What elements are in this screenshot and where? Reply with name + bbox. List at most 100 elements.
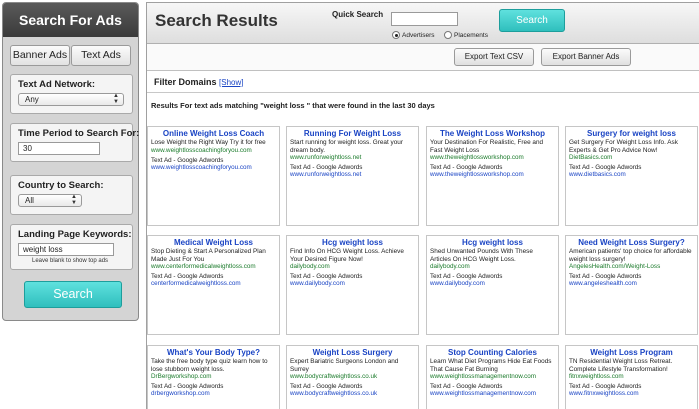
country-select-value: All: [25, 196, 34, 205]
time-period-label: Time Period to Search For:: [18, 128, 140, 139]
ad-description: TN Residential Weight Loss Retreat. Comp…: [569, 358, 673, 373]
ad-link[interactable]: www.dietbasics.com: [569, 171, 694, 178]
ad-card[interactable]: Hcg weight loss Shed Unwanted Pounds With…: [426, 235, 559, 335]
sidebar-title: Search For Ads: [3, 3, 138, 37]
ad-card[interactable]: What's Your Body Type? Take the free body…: [147, 345, 280, 409]
ad-display-url: www.centerformedicalweightloss.com: [151, 263, 256, 271]
ad-card[interactable]: Medical Weight Loss Stop Dieting & Start …: [147, 235, 280, 335]
ad-display-url: DrBergworkshop.com: [151, 373, 212, 381]
ad-link[interactable]: www.angeleshealth.com: [569, 280, 694, 287]
ad-title[interactable]: Need Weight Loss Surgery?: [569, 238, 694, 247]
ad-link[interactable]: www.runforweightloss.net: [290, 171, 415, 178]
ad-description: Stop Dieting & Start A Personalized Plan…: [151, 248, 266, 263]
ad-card[interactable]: Surgery for weight loss Get Surgery For W…: [565, 126, 698, 226]
ad-display-url: www.runforweightloss.net: [290, 154, 362, 162]
advertisers-radio-label: Advertisers: [402, 31, 435, 39]
sidebar-search-button[interactable]: Search: [24, 281, 122, 308]
ad-card[interactable]: The Weight Loss Workshop Your Destination…: [426, 126, 559, 226]
ad-network: Text Ad - Google Adwords: [430, 383, 503, 391]
ad-network: Text Ad - Google Adwords: [151, 383, 224, 391]
quick-search-label: Quick Search: [332, 10, 384, 19]
ad-network: Text Ad - Google Adwords: [430, 164, 503, 172]
ad-description: Get Surgery For Weight Loss Info. Ask Ex…: [569, 139, 678, 154]
country-panel: Country to Search: All ▲ ▼: [10, 175, 133, 215]
ad-link[interactable]: drbergworkshop.com: [151, 390, 276, 397]
select-arrows-icon: ▲ ▼: [113, 93, 119, 105]
app-root: Search For Ads Banner Ads Text Ads Text …: [0, 0, 699, 409]
ad-description: Shed Unwanted Pounds With These Articles…: [430, 248, 533, 263]
ad-description: Take the free body type quiz learn how t…: [151, 358, 268, 373]
ad-card[interactable]: Need Weight Loss Surgery? American patien…: [565, 235, 698, 335]
keywords-input[interactable]: weight loss: [18, 243, 114, 256]
time-period-input[interactable]: 30: [18, 142, 100, 155]
ad-title[interactable]: Surgery for weight loss: [569, 129, 694, 138]
ad-link[interactable]: www.weightlosscoachingforyou.com: [151, 164, 276, 171]
ad-network: Text Ad - Google Adwords: [290, 273, 363, 281]
ad-title[interactable]: Online Weight Loss Coach: [151, 129, 276, 138]
ad-title[interactable]: Medical Weight Loss: [151, 238, 276, 247]
keywords-hint: Leave blank to show top ads: [32, 258, 109, 264]
ad-display-url: dailybody.com: [430, 263, 470, 271]
ad-title[interactable]: The Weight Loss Workshop: [430, 129, 555, 138]
ad-card[interactable]: Hcg weight loss Find Info On HCG Weight L…: [286, 235, 419, 335]
quick-search-input[interactable]: [391, 12, 458, 26]
time-period-panel: Time Period to Search For: 30: [10, 123, 140, 162]
ad-card[interactable]: Running For Weight Loss Start running for…: [286, 126, 419, 226]
network-select[interactable]: Any ▲ ▼: [18, 93, 124, 106]
country-label: Country to Search:: [18, 180, 104, 191]
ad-display-url: DietBasics.com: [569, 154, 613, 162]
text-ads-button[interactable]: Text Ads: [71, 45, 131, 66]
ad-description: Learn What Diet Programs Hide Eat Foods …: [430, 358, 552, 373]
ad-title[interactable]: Hcg weight loss: [430, 238, 555, 247]
ad-card[interactable]: Online Weight Loss Coach Lose Weight the …: [147, 126, 280, 226]
filter-domains: Filter Domains [Show]: [154, 77, 244, 87]
ad-card[interactable]: Stop Counting Calories Learn What Diet Pr…: [426, 345, 559, 409]
ad-title[interactable]: What's Your Body Type?: [151, 348, 276, 357]
ad-title[interactable]: Stop Counting Calories: [430, 348, 555, 357]
ad-card[interactable]: Weight Loss Surgery Expert Bariatric Surg…: [286, 345, 419, 409]
ad-description: Lose Weight the Right Way Try it for fre…: [151, 139, 266, 146]
ad-description: American patients' top choice for afford…: [569, 248, 692, 263]
advertisers-radio[interactable]: Advertisers: [392, 31, 435, 39]
ad-link[interactable]: www.dailybody.com: [290, 280, 415, 287]
ad-description: Find Info On HCG Weight Loss. Achieve Yo…: [290, 248, 404, 263]
banner-ads-button[interactable]: Banner Ads: [10, 45, 70, 66]
ad-title[interactable]: Weight Loss Surgery: [290, 348, 415, 357]
placements-radio[interactable]: Placements: [444, 31, 488, 39]
ad-link[interactable]: www.weightlossmanagementnow.com: [430, 390, 555, 397]
ad-link[interactable]: www.bodycraftweightloss.co.uk: [290, 390, 415, 397]
ad-link[interactable]: www.fitnxweightloss.com: [569, 390, 694, 397]
ad-display-url: www.weightlosscoachingforyou.com: [151, 146, 252, 154]
ad-link[interactable]: www.dailybody.com: [430, 280, 555, 287]
export-text-csv-button[interactable]: Export Text CSV: [454, 48, 534, 66]
ad-title[interactable]: Running For Weight Loss: [290, 129, 415, 138]
show-domains-link[interactable]: [Show]: [219, 78, 243, 87]
radio-unselected-icon: [444, 31, 452, 39]
select-arrows-icon: ▲ ▼: [71, 194, 77, 206]
ad-network: Text Ad - Google Adwords: [430, 273, 503, 281]
ad-title[interactable]: Weight Loss Program: [569, 348, 694, 357]
network-panel: Text Ad Network: Any ▲ ▼: [10, 74, 133, 114]
ad-network: Text Ad - Google Adwords: [569, 164, 642, 172]
ad-title[interactable]: Hcg weight loss: [290, 238, 415, 247]
radio-selected-icon: [392, 31, 400, 39]
keywords-panel: Landing Page Keywords: weight loss Leave…: [10, 224, 133, 270]
divider: [147, 92, 699, 93]
ad-link[interactable]: www.theweightlossworkshop.com: [430, 171, 555, 178]
quick-search-button[interactable]: Search: [499, 9, 565, 32]
ad-network: Text Ad - Google Adwords: [290, 164, 363, 172]
country-select[interactable]: All ▲ ▼: [18, 194, 82, 207]
ad-description: Your Destination For Realistic, Free and…: [430, 139, 544, 154]
export-banner-ads-button[interactable]: Export Banner Ads: [541, 48, 631, 66]
ad-description: Start running for weight loss. Great you…: [290, 139, 403, 154]
network-select-value: Any: [25, 95, 39, 104]
filter-domains-label: Filter Domains: [154, 77, 217, 87]
ad-display-url: fitnxweightloss.com: [569, 373, 624, 381]
ad-network: Text Ad - Google Adwords: [290, 383, 363, 391]
ad-display-url: www.weightlossmanagementnow.com: [430, 373, 537, 381]
ad-link[interactable]: centerformedicalweightloss.com: [151, 280, 276, 287]
ad-card[interactable]: Weight Loss Program TN Residential Weight…: [565, 345, 698, 409]
network-label: Text Ad Network:: [18, 79, 96, 90]
ad-network: Text Ad - Google Adwords: [151, 273, 224, 281]
ad-network: Text Ad - Google Adwords: [569, 383, 642, 391]
